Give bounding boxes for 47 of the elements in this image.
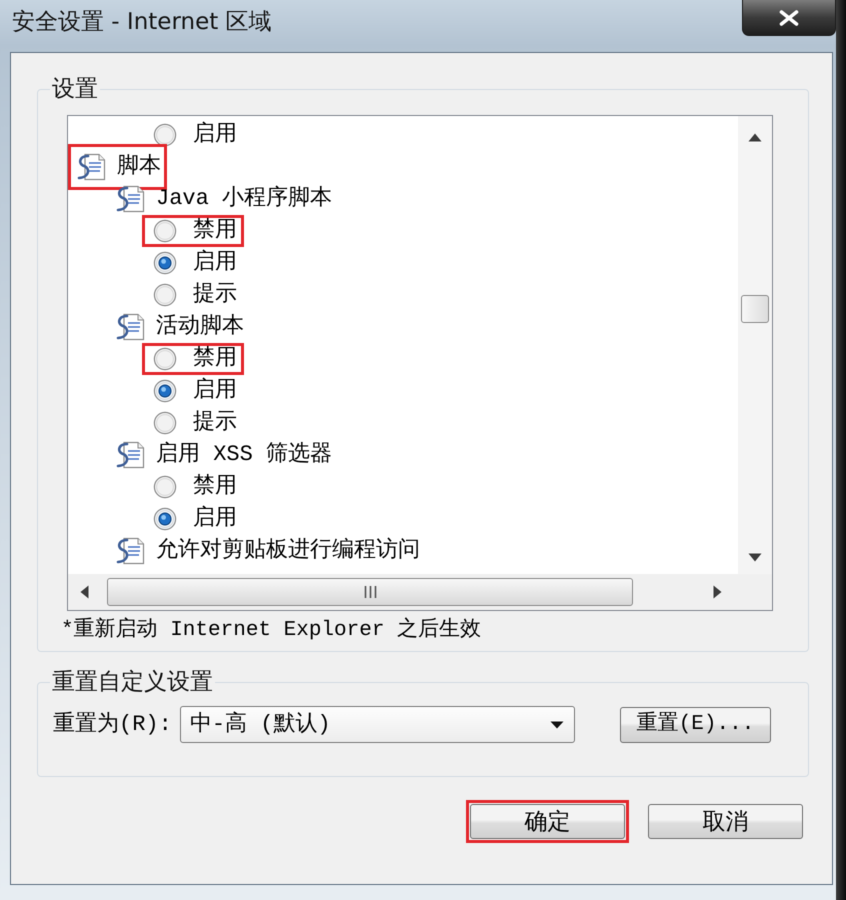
close-icon xyxy=(779,10,799,26)
option-label[interactable]: 提示 xyxy=(193,282,237,308)
option-label[interactable]: 启用 xyxy=(193,122,237,148)
script-icon xyxy=(75,152,107,182)
script-icon xyxy=(114,440,146,470)
caret-down-icon xyxy=(550,720,564,728)
script-icon xyxy=(114,536,146,566)
radio-button[interactable] xyxy=(153,475,177,499)
radio-button[interactable] xyxy=(153,219,177,243)
script-icon xyxy=(114,184,146,214)
group-title: 重置自定义设置 xyxy=(51,670,214,694)
window-title: 安全设置 - Internet 区域 xyxy=(12,8,272,36)
close-button[interactable] xyxy=(742,0,836,36)
reset-to-label: 重置为(R): xyxy=(53,712,172,738)
radio-button[interactable] xyxy=(153,411,177,435)
scroll-up-icon[interactable] xyxy=(748,133,762,142)
grip-icon xyxy=(364,586,376,598)
radio-button[interactable] xyxy=(153,283,177,307)
script-icon xyxy=(114,312,146,342)
radio-button[interactable] xyxy=(153,347,177,371)
radio-button[interactable] xyxy=(153,251,177,275)
scrollbar-thumb[interactable] xyxy=(107,578,633,606)
option-label[interactable]: 启用 xyxy=(193,378,237,404)
option-label[interactable]: 禁用 xyxy=(193,218,237,244)
option-label[interactable]: 提示 xyxy=(193,410,237,436)
option-label[interactable]: 禁用 xyxy=(193,474,237,500)
scroll-right-icon[interactable] xyxy=(713,585,722,599)
setting-label: 活动脚本 xyxy=(156,314,244,340)
dialog-button[interactable]: 取消 xyxy=(648,804,803,839)
scrollbar-thumb[interactable] xyxy=(741,295,769,323)
setting-label: Java 小程序脚本 xyxy=(156,186,332,212)
option-label[interactable]: 启用 xyxy=(193,506,237,532)
reset-button[interactable]: 重置(E)... xyxy=(620,706,771,742)
restart-note: *重新启动 Internet Explorer 之后生效 xyxy=(61,619,482,643)
radio-button[interactable] xyxy=(153,507,177,531)
setting-label: 脚本 xyxy=(117,154,161,180)
setting-label: 启用 XSS 筛选器 xyxy=(156,442,332,468)
scroll-left-icon[interactable] xyxy=(80,585,89,599)
dialog-button[interactable]: 确定 xyxy=(470,804,625,839)
scroll-down-icon[interactable] xyxy=(748,553,762,562)
setting-label: 允许对剪贴板进行编程访问 xyxy=(156,538,420,564)
option-label[interactable]: 启用 xyxy=(193,250,237,276)
option-label[interactable]: 禁用 xyxy=(193,346,237,372)
security-level-dropdown[interactable]: 中-高 (默认) xyxy=(180,706,575,743)
radio-button[interactable] xyxy=(153,123,177,147)
group-title: 设置 xyxy=(51,77,99,101)
radio-button[interactable] xyxy=(153,379,177,403)
